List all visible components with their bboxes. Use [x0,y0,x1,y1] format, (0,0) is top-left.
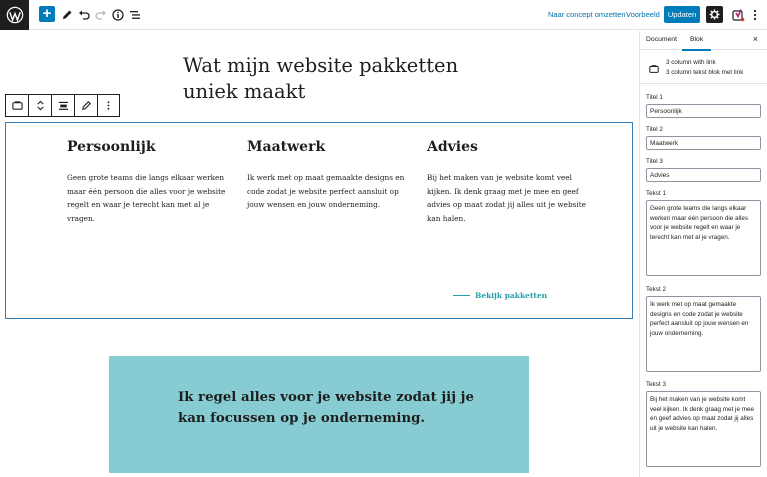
column-text: Bij het maken van je website komt veel k… [427,173,586,223]
sidebar-tabs: Document Blok × [640,31,767,51]
cta-text: Ik regel alles voor je website zodat jij… [178,390,474,426]
text-2-textarea[interactable]: Ik werk met op maat gemaakte designs en … [646,296,761,372]
block-toolbar [5,94,120,117]
preview-link[interactable]: Voorbeeld [626,10,660,19]
tab-document[interactable]: Document [646,36,677,43]
top-toolbar: + Naar concept omzetten Voorbeeld Update… [0,0,767,30]
field-text-1: Tekst 1 Geen grote teams die langs elkaa… [646,190,761,276]
cta-block[interactable]: Ik regel alles voor je website zodat jij… [109,356,529,473]
block-name: 3 column with link [666,59,716,66]
field-title-3: Titel 3 Advies [646,158,761,182]
field-label: Tekst 1 [646,190,666,197]
column-text: Ik werk met op maat gemaakte designs en … [247,173,405,210]
title-3-input[interactable]: Advies [646,168,761,182]
block-more-options-icon[interactable] [98,95,119,116]
move-up-down-icon[interactable] [29,95,52,116]
settings-gear-icon[interactable] [706,6,723,23]
wordpress-logo-icon[interactable] [0,0,29,30]
more-options-icon[interactable] [745,5,765,25]
update-button[interactable]: Updaten [664,6,700,23]
field-label: Tekst 3 [646,381,666,388]
settings-sidebar: Document Blok × 3 column with link 3 col… [639,31,767,477]
three-column-block[interactable]: Persoonlijk Geen grote teams die langs e… [5,122,633,319]
align-icon[interactable] [52,95,75,116]
edit-block-icon[interactable] [75,95,98,116]
field-title-2: Titel 2 Maatwerk [646,126,761,150]
title-1-input[interactable]: Persoonlijk [646,104,761,118]
field-label: Tekst 2 [646,286,666,293]
field-label: Titel 3 [646,158,663,165]
field-text-2: Tekst 2 Ik werk met op maat gemaakte des… [646,286,761,372]
column-3: Advies Bij het maken van je website komt… [427,139,587,225]
field-title-1: Titel 1 Persoonlijk [646,94,761,118]
tab-block[interactable]: Blok [681,36,712,51]
column-text: Geen grote teams die langs elkaar werken… [67,173,226,223]
column-2: Maatwerk Ik werk met op maat gemaakte de… [247,139,407,212]
column-1: Persoonlijk Geen grote teams die langs e… [67,139,227,225]
page-title[interactable]: Wat mijn website pakketten uniek maakt [183,53,483,105]
field-label: Titel 2 [646,126,663,133]
column-title: Persoonlijk [67,139,156,155]
switch-to-draft-link[interactable]: Naar concept omzetten [548,10,626,19]
text-1-textarea[interactable]: Geen grote teams die langs elkaar werken… [646,200,761,276]
link-decoration-line [453,295,470,296]
block-description: 3 column tekst blok met link [666,69,744,76]
editor-canvas: Wat mijn website pakketten uniek maakt P… [0,31,639,477]
close-icon[interactable]: × [753,34,758,44]
block-card: 3 column with link 3 column tekst blok m… [640,51,767,84]
block-type-icon[interactable] [6,95,29,116]
column-title: Maatwerk [247,139,326,155]
field-label: Titel 1 [646,94,663,101]
link-label: Bekijk pakketten [475,291,548,300]
view-packages-link[interactable]: Bekijk pakketten [453,291,547,300]
column-title: Advies [427,139,478,155]
field-text-3: Tekst 3 Bij het maken van je website kom… [646,381,761,467]
title-2-input[interactable]: Maatwerk [646,136,761,150]
block-navigation-icon[interactable] [125,5,145,25]
block-type-icon [649,61,659,79]
text-3-textarea[interactable]: Bij het maken van je website komt veel k… [646,391,761,467]
add-block-button[interactable]: + [39,6,55,22]
